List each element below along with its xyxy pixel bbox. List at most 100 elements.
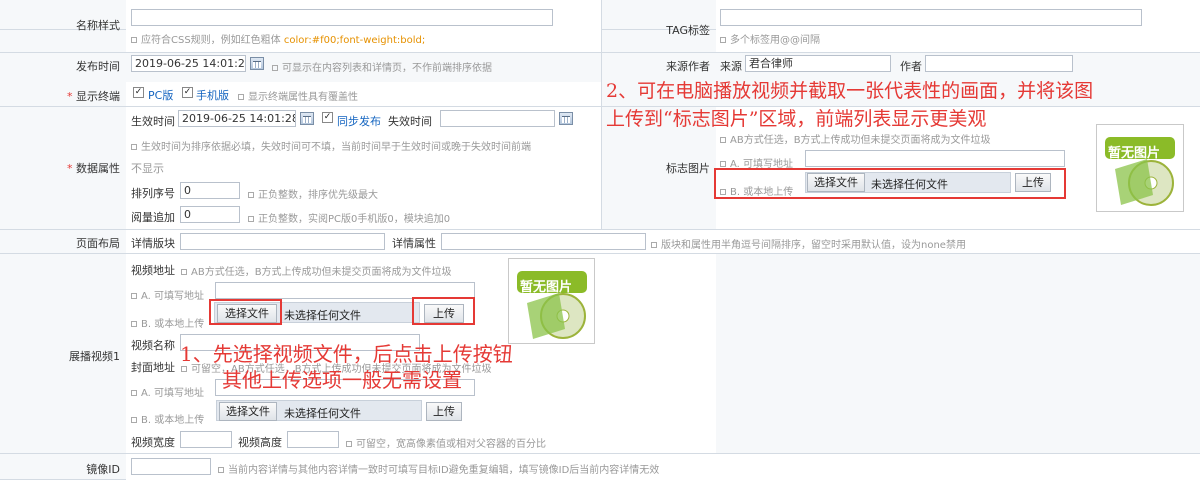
sort-input[interactable]: 0 — [180, 182, 240, 199]
video-image-placeholder: 暂无图片 — [508, 258, 595, 344]
logo-ab-hint: AB方式任选，B方式上传成功但未提交页面将成为文件垃圾 — [720, 131, 991, 146]
detail-attr-label: 详情属性 — [392, 237, 436, 250]
video-width-input[interactable] — [180, 431, 232, 448]
video-name-label: 视频名称 — [131, 339, 175, 352]
hint-square-icon — [248, 192, 254, 198]
detail-block-label: 详情版块 — [131, 237, 175, 250]
calendar-icon[interactable] — [559, 112, 573, 125]
cover-no-file-text: 未选择任何文件 — [284, 407, 361, 420]
size-hint: 可留空，宽高像素值或相对父容器的百分比 — [346, 435, 546, 450]
tag-input[interactable] — [720, 9, 1142, 26]
video-addr-hint-text: AB方式任选，B方式上传成功但未提交页面将成为文件垃圾 — [191, 267, 452, 278]
logo-placeholder-text: 暂无图片 — [1108, 146, 1161, 161]
expire-time-label: 失效时间 — [388, 115, 432, 128]
hint-square-icon — [131, 321, 137, 327]
hint-square-icon — [720, 37, 726, 43]
hint-square-icon — [131, 417, 137, 423]
video-b-label-text: B. 或本地上传 — [141, 319, 205, 330]
publish-time-input[interactable]: 2019-06-25 14:01:28 — [131, 55, 246, 72]
mirror-id-label: 镜像ID — [86, 463, 120, 476]
logo-ab-hint-text: AB方式任选，B方式上传成功但未提交页面将成为文件垃圾 — [730, 135, 991, 146]
logo-url-input[interactable] — [805, 150, 1065, 167]
video-width-label: 视频宽度 — [131, 436, 175, 449]
hint-square-icon — [238, 94, 244, 100]
read-hint-text: 正负整数，实阅PC版0手机版0，模块追加0 — [258, 214, 451, 225]
publish-time-label: 发布时间 — [76, 60, 120, 73]
pc-checkbox[interactable]: ✓ — [133, 87, 144, 98]
sync-publish-label[interactable]: 同步发布 — [337, 113, 381, 129]
hint-square-icon — [131, 293, 137, 299]
hint-square-icon — [272, 65, 278, 71]
hint-square-icon — [181, 269, 187, 275]
annotation-2-line-1: 2、可在电脑播放视频并截取一张代表性的画面，并将该图 — [606, 80, 1094, 102]
read-input[interactable]: 0 — [180, 206, 240, 223]
logo-image-label: 标志图片 — [666, 162, 710, 175]
video-b-label: B. 或本地上传 — [131, 315, 204, 330]
effective-time-input[interactable]: 2019-06-25 14:01:28 — [178, 110, 296, 127]
detail-attr-input[interactable] — [441, 233, 646, 250]
hint-square-icon — [218, 467, 224, 473]
sort-label: 排列序号 — [131, 187, 175, 200]
name-style-hint: 应符合CSS规则，例如红色粗体 color:#f00;font-weight:b… — [131, 31, 425, 46]
cover-choose-file-button[interactable]: 选择文件 — [219, 402, 277, 421]
time-hint-text: 生效时间为排序依据必填，失效时间可不填，当前时间早于生效时间或晚于失效时间前端 — [141, 142, 531, 153]
video-placeholder-text: 暂无图片 — [520, 280, 573, 295]
pc-option-label[interactable]: PC版 — [148, 87, 173, 103]
annotation-1-line-2: 其他上传选项一般无需设置 — [222, 368, 462, 392]
no-image-disc-icon — [1105, 137, 1175, 206]
logo-upload-highlight-box — [714, 168, 1066, 199]
sync-publish-checkbox[interactable]: ✓ — [322, 112, 333, 123]
video-label: 展播视频1 — [69, 350, 120, 363]
calendar-icon[interactable] — [250, 57, 264, 70]
annotation-2-line-2: 上传到“标志图片”区域，前端列表显示更美观 — [606, 108, 987, 130]
name-style-hint-code: color:#f00;font-weight:bold; — [283, 35, 426, 46]
cover-b-label-text: B. 或本地上传 — [141, 415, 205, 426]
mirror-id-input[interactable] — [131, 458, 211, 475]
data-attr-label-text: 数据属性 — [76, 162, 120, 175]
required-star: * — [67, 90, 76, 103]
video-addr-hint: AB方式任选，B方式上传成功但未提交页面将成为文件垃圾 — [181, 263, 452, 278]
mirror-hint: 当前内容详情与其他内容详情一致时可填写目标ID避免重复编辑，填写镜像ID后当前内… — [218, 461, 659, 476]
layout-hint: 版块和属性用半角逗号间隔排序，留空时采用默认值，设为none禁用 — [651, 236, 966, 251]
calendar-icon[interactable] — [300, 112, 314, 125]
hint-square-icon — [346, 441, 352, 447]
hint-square-icon — [720, 161, 726, 167]
cover-upload-button[interactable]: 上传 — [426, 402, 462, 421]
sort-hint-text: 正负整数，排序优先级最大 — [258, 190, 378, 201]
display-terminal-label-text: 显示终端 — [76, 90, 120, 103]
mobile-option-label[interactable]: 手机版 — [196, 87, 229, 103]
video-height-label: 视频高度 — [238, 436, 282, 449]
video-a-label-text: A. 可填写地址 — [141, 291, 205, 302]
author-label: 作者 — [900, 60, 922, 73]
tag-label: TAG标签 — [666, 24, 710, 37]
hint-square-icon — [720, 137, 726, 143]
expire-time-input[interactable] — [440, 110, 555, 127]
source-input[interactable]: 君合律师 — [745, 55, 891, 72]
required-star: * — [67, 162, 76, 175]
logo-image-placeholder: 暂无图片 — [1096, 124, 1184, 212]
mobile-checkbox[interactable]: ✓ — [182, 87, 193, 98]
video-no-file-text: 未选择任何文件 — [284, 309, 361, 322]
hint-square-icon — [651, 242, 657, 248]
cover-addr-label: 封面地址 — [131, 361, 175, 374]
upload-highlight-box — [412, 297, 475, 325]
hint-square-icon — [131, 37, 137, 43]
layout-hint-text: 版块和属性用半角逗号间隔排序，留空时采用默认值，设为none禁用 — [661, 240, 966, 251]
name-style-label: 名称样式 — [76, 19, 120, 32]
display-terminal-hint-text: 显示终端属性具有覆盖性 — [248, 92, 358, 103]
not-show-text: 不显示 — [131, 162, 164, 175]
detail-block-input[interactable] — [180, 233, 385, 250]
author-input[interactable] — [925, 55, 1073, 72]
name-style-input[interactable] — [131, 9, 553, 26]
video-a-label: A. 可填写地址 — [131, 287, 204, 302]
hint-square-icon — [248, 216, 254, 222]
data-attr-label: * 数据属性 — [0, 160, 120, 176]
source-label: 来源 — [720, 60, 742, 73]
cover-a-label-text: A. 可填写地址 — [141, 388, 205, 399]
video-height-input[interactable] — [287, 431, 339, 448]
read-label: 阅量追加 — [131, 211, 175, 224]
name-style-hint-text: 应符合CSS规则，例如红色粗体 — [141, 35, 281, 46]
display-terminal-label: * 显示终端 — [0, 88, 120, 104]
publish-time-hint-text: 可显示在内容列表和详情页，不作前端排序依据 — [282, 63, 492, 74]
mirror-hint-text: 当前内容详情与其他内容详情一致时可填写目标ID避免重复编辑，填写镜像ID后当前内… — [228, 465, 660, 476]
